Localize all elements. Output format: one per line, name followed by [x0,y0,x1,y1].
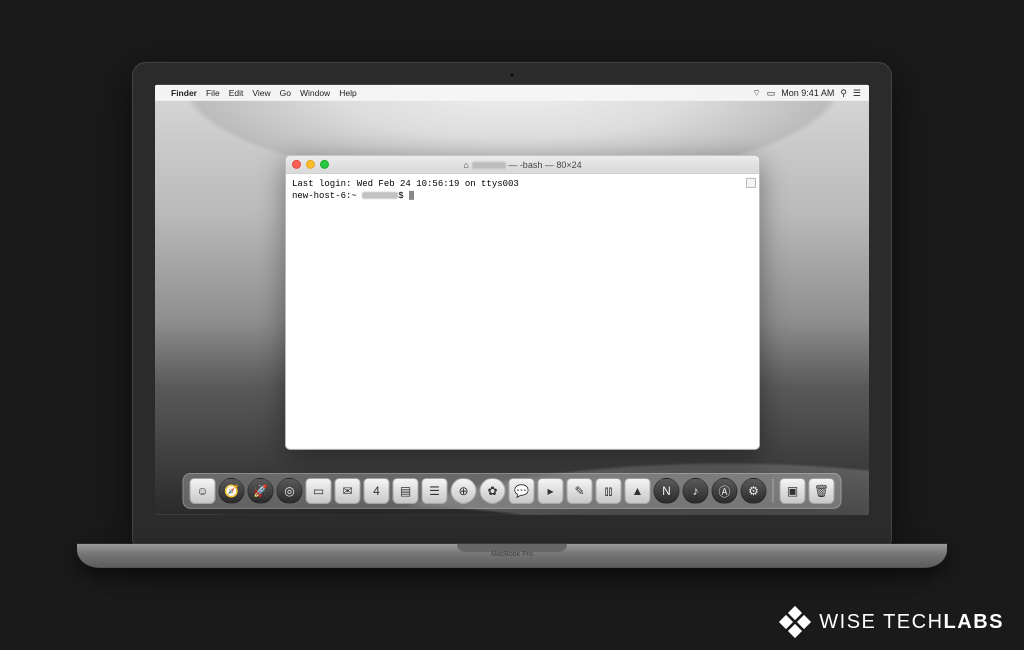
zoom-button[interactable] [320,160,329,169]
notes-icon[interactable]: ▤ [393,478,419,504]
facetime-icon[interactable]: ▸ [538,478,564,504]
scroll-indicator-icon [746,178,756,188]
watermark: WISE TECH LABS [781,608,1004,636]
menubar: Finder File Edit View Go Window Help ⌔ ▭… [155,85,869,101]
minimize-button[interactable] [306,160,315,169]
screen-bezel: Finder File Edit View Go Window Help ⌔ ▭… [132,62,892,546]
terminal-line: Last login: Wed Feb 24 10:56:19 on ttys0… [292,178,753,190]
desktop-screen: Finder File Edit View Go Window Help ⌔ ▭… [155,85,869,515]
menu-view[interactable]: View [252,88,270,98]
pages-icon[interactable]: ✎ [567,478,593,504]
photos-icon[interactable]: ✿ [480,478,506,504]
home-icon: ⌂ [463,159,468,169]
mail-icon[interactable]: ✉ [335,478,361,504]
keynote-icon[interactable]: ▲ [625,478,651,504]
cursor-icon [409,191,414,200]
menu-edit[interactable]: Edit [229,88,244,98]
spotlight-icon[interactable]: ⚲ [840,87,847,98]
dock: ☺🧭🚀◎▭✉4▤☰⊕✿💬▸✎⫾⫾▲N♪Ⓐ⚙ ▣🗑 [183,473,842,509]
trash-icon[interactable]: 🗑 [809,478,835,504]
blurred-username [472,162,506,169]
menu-window[interactable]: Window [300,88,330,98]
appstore-icon[interactable]: Ⓐ [712,478,738,504]
blurred-user [362,192,398,199]
news-icon[interactable]: N [654,478,680,504]
watermark-logo-icon [781,608,809,636]
terminal-window[interactable]: ⌂ — -bash — 80×24 Last login: Wed Feb 24… [285,155,760,450]
calendar-icon[interactable]: 4 [364,478,390,504]
preferences-icon[interactable]: ⚙ [741,478,767,504]
menu-file[interactable]: File [206,88,220,98]
app-menu[interactable]: Finder [171,88,197,98]
battery-icon[interactable]: ▭ [767,87,776,98]
camera-icon [509,72,515,78]
contacts-icon[interactable]: ▭ [306,478,332,504]
numbers-icon[interactable]: ⫾⫾ [596,478,622,504]
menu-go[interactable]: Go [280,88,291,98]
terminal-title: ⌂ — -bash — 80×24 [286,159,759,169]
laptop-frame: Finder File Edit View Go Window Help ⌔ ▭… [132,62,892,568]
reminders-icon[interactable]: ☰ [422,478,448,504]
terminal-prompt: new-host-6:~ $ [292,190,753,202]
terminal-titlebar[interactable]: ⌂ — -bash — 80×24 [286,156,759,174]
terminal-body[interactable]: Last login: Wed Feb 24 10:56:19 on ttys0… [286,174,759,449]
menu-help[interactable]: Help [339,88,356,98]
safari-icon[interactable]: 🧭 [219,478,245,504]
itunes-icon[interactable]: ♪ [683,478,709,504]
wifi-icon[interactable]: ⌔ [752,87,760,98]
notification-center-icon[interactable]: ☰ [853,87,861,98]
safari2-icon[interactable]: ◎ [277,478,303,504]
maps-icon[interactable]: ⊕ [451,478,477,504]
launchpad-icon[interactable]: 🚀 [248,478,274,504]
downloads-icon[interactable]: ▣ [780,478,806,504]
close-button[interactable] [292,160,301,169]
finder-icon[interactable]: ☺ [190,478,216,504]
laptop-label: MacBook Pro [77,551,947,558]
dock-separator [773,479,774,503]
messages-icon[interactable]: 💬 [509,478,535,504]
laptop-base: MacBook Pro [77,544,947,568]
clock[interactable]: Mon 9:41 AM [781,88,834,98]
